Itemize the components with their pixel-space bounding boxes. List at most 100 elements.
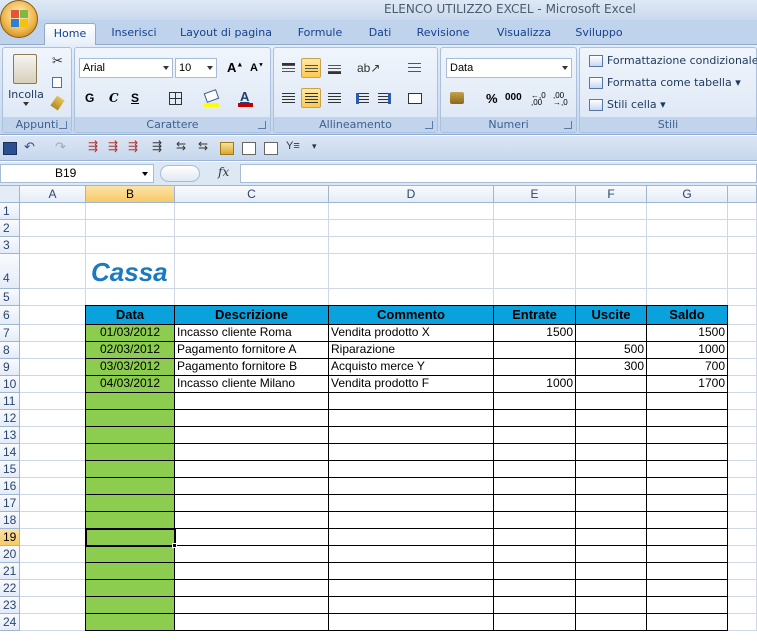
row-header-4[interactable]: 4 <box>0 254 20 289</box>
filter-icon[interactable]: Y≡ <box>286 140 300 153</box>
table-empty-cell[interactable] <box>175 546 329 563</box>
row-header-8[interactable]: 8 <box>0 342 20 359</box>
row-header-11[interactable]: 11 <box>0 393 20 410</box>
cell[interactable] <box>728 237 757 254</box>
tab-revisione[interactable]: Revisione <box>410 23 476 45</box>
cell[interactable] <box>20 444 86 461</box>
cell[interactable] <box>728 478 757 495</box>
cell[interactable] <box>647 289 728 306</box>
active-cell-selection[interactable] <box>85 528 176 547</box>
cell[interactable] <box>494 203 576 220</box>
table-empty-cell[interactable] <box>175 478 329 495</box>
table-empty-cell[interactable] <box>329 444 494 461</box>
table-empty-cell[interactable] <box>329 461 494 478</box>
function-icon[interactable]: fx <box>218 165 229 179</box>
table-empty-cell[interactable] <box>86 597 175 614</box>
cell[interactable] <box>20 237 86 254</box>
table-empty-cell[interactable] <box>86 614 175 631</box>
cell[interactable] <box>576 203 647 220</box>
row-header-10[interactable]: 10 <box>0 376 20 393</box>
orientation-button[interactable]: ab↗ <box>352 58 380 78</box>
table-data-cell[interactable]: 02/03/2012 <box>86 342 175 359</box>
table-empty-cell[interactable] <box>86 427 175 444</box>
table-empty-cell[interactable] <box>647 529 728 546</box>
table-data-cell[interactable]: 1500 <box>494 325 576 342</box>
row-header-7[interactable]: 7 <box>0 325 20 342</box>
table-empty-cell[interactable] <box>86 495 175 512</box>
row-header-6[interactable]: 6 <box>0 306 20 325</box>
row-header-2[interactable]: 2 <box>0 220 20 237</box>
percent-button[interactable]: % <box>481 88 501 108</box>
font-size-combo[interactable]: 10 <box>175 58 217 78</box>
cell[interactable] <box>494 254 576 289</box>
table-empty-cell[interactable] <box>329 614 494 631</box>
fill-handle[interactable] <box>172 543 177 548</box>
table-empty-cell[interactable] <box>329 495 494 512</box>
cell[interactable] <box>20 325 86 342</box>
column-header-b[interactable]: B <box>86 186 175 203</box>
cell[interactable] <box>576 289 647 306</box>
fill-color-button[interactable] <box>201 88 231 108</box>
table-data-cell[interactable] <box>494 342 576 359</box>
table-data-cell[interactable]: 1500 <box>647 325 728 342</box>
tab-formule[interactable]: Formule <box>290 23 350 45</box>
wrap-text-button[interactable] <box>404 58 424 78</box>
cell[interactable] <box>20 306 86 325</box>
cell[interactable] <box>728 461 757 478</box>
cell[interactable] <box>728 597 757 614</box>
table-data-cell[interactable]: Pagamento fornitore A <box>175 342 329 359</box>
cell[interactable] <box>728 529 757 546</box>
row-header-23[interactable]: 23 <box>0 597 20 614</box>
cell[interactable] <box>20 359 86 376</box>
table-data-cell[interactable]: 1700 <box>647 376 728 393</box>
table-empty-cell[interactable] <box>329 563 494 580</box>
table-empty-cell[interactable] <box>647 495 728 512</box>
column-header-c[interactable]: C <box>175 186 329 203</box>
table-empty-cell[interactable] <box>647 580 728 597</box>
format-painter-button[interactable] <box>47 92 67 112</box>
cell[interactable] <box>175 254 329 289</box>
row-header-17[interactable]: 17 <box>0 495 20 512</box>
cell[interactable] <box>329 203 494 220</box>
cell[interactable] <box>86 203 175 220</box>
cell[interactable] <box>728 580 757 597</box>
table-header-cell[interactable]: Uscite <box>576 306 647 325</box>
row-header-18[interactable]: 18 <box>0 512 20 529</box>
table-empty-cell[interactable] <box>494 393 576 410</box>
cell[interactable] <box>20 220 86 237</box>
table-empty-cell[interactable] <box>175 410 329 427</box>
table-empty-cell[interactable] <box>576 563 647 580</box>
table-data-cell[interactable]: Incasso cliente Roma <box>175 325 329 342</box>
macro-icon-3[interactable]: ⇶ <box>128 139 142 153</box>
table-empty-cell[interactable] <box>647 410 728 427</box>
table-empty-cell[interactable] <box>329 410 494 427</box>
cell[interactable] <box>494 220 576 237</box>
table-empty-cell[interactable] <box>576 512 647 529</box>
row-header-9[interactable]: 9 <box>0 359 20 376</box>
cell[interactable] <box>329 237 494 254</box>
align-right-button[interactable] <box>324 88 344 108</box>
align-bottom-button[interactable] <box>324 58 344 78</box>
table-empty-cell[interactable] <box>494 614 576 631</box>
table-data-cell[interactable] <box>576 376 647 393</box>
table-empty-cell[interactable] <box>175 529 329 546</box>
table-empty-cell[interactable] <box>329 546 494 563</box>
row-header-22[interactable]: 22 <box>0 580 20 597</box>
row-header-24[interactable]: 24 <box>0 614 20 631</box>
table-data-cell[interactable]: 01/03/2012 <box>86 325 175 342</box>
cell[interactable] <box>20 512 86 529</box>
tab-dati[interactable]: Dati <box>360 23 400 45</box>
cut-button[interactable]: ✂ <box>47 52 67 72</box>
table-data-cell[interactable] <box>576 325 647 342</box>
table-empty-cell[interactable] <box>647 478 728 495</box>
cell[interactable] <box>576 220 647 237</box>
table-empty-cell[interactable] <box>494 444 576 461</box>
cell[interactable] <box>20 461 86 478</box>
table-empty-cell[interactable] <box>576 597 647 614</box>
table-empty-cell[interactable] <box>175 563 329 580</box>
table-data-cell[interactable]: 1000 <box>647 342 728 359</box>
table-empty-cell[interactable] <box>647 614 728 631</box>
table-empty-cell[interactable] <box>329 512 494 529</box>
table-empty-cell[interactable] <box>86 444 175 461</box>
cell[interactable] <box>20 203 86 220</box>
